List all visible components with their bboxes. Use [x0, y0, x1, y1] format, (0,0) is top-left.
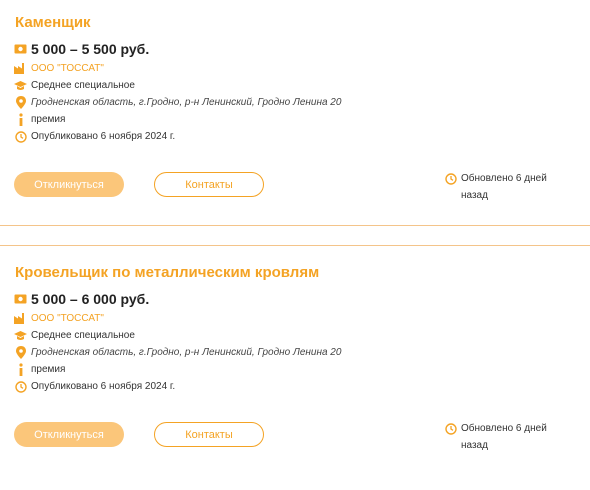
company-row: ООО "ТОССАТ": [14, 312, 104, 325]
money-icon: [14, 293, 27, 306]
vacancy-card: Кровельщик по металлическим кровлям 5 00…: [0, 250, 590, 490]
bonus-row: премия: [14, 113, 65, 126]
education-text: Среднее специальное: [31, 330, 135, 341]
apply-button[interactable]: Откликнуться: [14, 172, 124, 197]
location-pin-icon: [14, 346, 27, 359]
salary-value: 5 000 – 6 000 руб.: [31, 291, 150, 307]
published-text: Опубликовано 6 ноября 2024 г.: [31, 131, 176, 142]
location-pin-icon: [14, 96, 27, 109]
address-text: Гродненская область, г.Гродно, р-н Ленин…: [31, 347, 342, 358]
clock-icon: [14, 130, 27, 143]
clock-icon: [14, 380, 27, 393]
factory-icon: [14, 312, 27, 325]
updated-text: Обновлено 6 дней назад: [461, 423, 547, 451]
published-row: Опубликовано 6 ноября 2024 г.: [14, 380, 175, 393]
company-link[interactable]: ООО "ТОССАТ": [31, 313, 104, 324]
clock-icon: [445, 172, 457, 190]
address-text: Гродненская область, г.Гродно, р-н Ленин…: [31, 97, 342, 108]
bonus-row: премия: [14, 363, 65, 376]
contacts-button[interactable]: Контакты: [154, 422, 264, 447]
bonus-text: премия: [31, 114, 66, 125]
education-row: Среднее специальное: [14, 79, 135, 92]
divider: [0, 245, 590, 246]
graduation-cap-icon: [14, 329, 27, 342]
address-row: Гродненская область, г.Гродно, р-н Ленин…: [14, 346, 341, 359]
divider: [0, 225, 590, 226]
apply-button[interactable]: Откликнуться: [14, 422, 124, 447]
salary-value: 5 000 – 5 500 руб.: [31, 41, 150, 57]
updated-info: Обновлено 6 дней назад: [445, 420, 561, 454]
company-row: ООО "ТОССАТ": [14, 62, 104, 75]
education-text: Среднее специальное: [31, 80, 135, 91]
money-icon: [14, 43, 27, 56]
vacancy-title[interactable]: Кровельщик по металлическим кровлям: [15, 264, 319, 281]
vacancy-card: Каменщик 5 000 – 5 500 руб. ООО "ТОССАТ"…: [0, 0, 590, 240]
info-icon: [14, 363, 27, 376]
clock-icon: [445, 422, 457, 440]
updated-text: Обновлено 6 дней назад: [461, 173, 547, 201]
updated-info: Обновлено 6 дней назад: [445, 170, 561, 204]
salary-row: 5 000 – 6 000 руб.: [14, 291, 149, 307]
bonus-text: премия: [31, 364, 66, 375]
graduation-cap-icon: [14, 79, 27, 92]
factory-icon: [14, 62, 27, 75]
published-text: Опубликовано 6 ноября 2024 г.: [31, 381, 176, 392]
address-row: Гродненская область, г.Гродно, р-н Ленин…: [14, 96, 341, 109]
contacts-button[interactable]: Контакты: [154, 172, 264, 197]
salary-row: 5 000 – 5 500 руб.: [14, 41, 149, 57]
company-link[interactable]: ООО "ТОССАТ": [31, 63, 104, 74]
education-row: Среднее специальное: [14, 329, 135, 342]
published-row: Опубликовано 6 ноября 2024 г.: [14, 130, 175, 143]
vacancy-title[interactable]: Каменщик: [15, 14, 91, 31]
info-icon: [14, 113, 27, 126]
